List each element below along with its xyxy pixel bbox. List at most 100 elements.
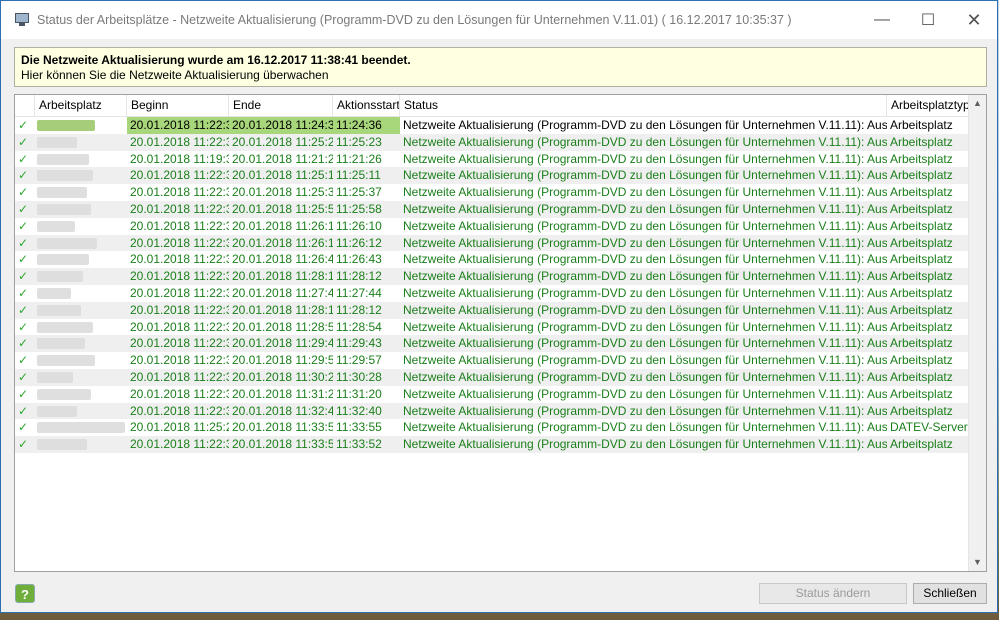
workstation-status-grid[interactable]: Arbeitsplatz Beginn Ende Aktionsstart St… [14, 94, 987, 572]
cell-status: Netzweite Aktualisierung (Programm-DVD z… [403, 420, 887, 435]
table-row[interactable]: ✓ 20.01.2018 11:22:31 20.01.2018 11:25:11 1… [15, 167, 970, 185]
cell-aktionsstart: 11:29:57 [336, 353, 382, 368]
cell-arbeitsplatz-redacted [35, 335, 127, 352]
cell-status: Netzweite Aktualisierung (Programm-DVD z… [403, 168, 887, 183]
help-button[interactable]: ? [15, 584, 35, 603]
table-row[interactable]: ✓ 20.01.2018 11:22:31 20.01.2018 11:25:58 1… [15, 200, 970, 218]
cell-status: Netzweite Aktualisierung (Programm-DVD z… [403, 302, 887, 317]
cell-ende: 20.01.2018 11:29:43 [232, 336, 333, 351]
table-row[interactable]: ✓ 20.01.2018 11:22:31 20.01.2018 11:28:12 1… [15, 301, 970, 319]
cell-aktionsstart: 11:25:37 [336, 185, 382, 200]
cell-beginn: 20.01.2018 11:22:31 [130, 201, 229, 216]
cell-arbeitsplatz-redacted [35, 117, 127, 134]
cell-status: Netzweite Aktualisierung (Programm-DVD z… [403, 285, 887, 300]
cell-arbeitsplatztyp: Arbeitsplatz [890, 185, 953, 200]
grid-rows: ✓ 20.01.2018 11:22:31 20.01.2018 11:24:36 1… [15, 117, 970, 453]
checkmark-icon: ✓ [18, 369, 29, 384]
scroll-up-icon[interactable]: ▲ [969, 95, 986, 112]
column-header-beginn[interactable]: Beginn [127, 95, 229, 116]
checkmark-icon: ✓ [18, 168, 29, 183]
table-row[interactable]: ✓ 20.01.2018 11:22:31 20.01.2018 11:33:52 1… [15, 436, 970, 453]
table-row[interactable]: ✓ 20.01.2018 11:22:31 20.01.2018 11:24:36 1… [15, 117, 970, 134]
title-bar[interactable]: Status der Arbeitsplätze - Netzweite Akt… [1, 1, 997, 39]
cell-status: Netzweite Aktualisierung (Programm-DVD z… [403, 369, 887, 384]
dialog-window: Status der Arbeitsplätze - Netzweite Akt… [0, 0, 998, 613]
redacted-name-blur [37, 355, 95, 367]
cell-ende: 20.01.2018 11:24:36 [229, 117, 333, 134]
table-row[interactable]: ✓ 20.01.2018 11:22:31 20.01.2018 11:31:20 1… [15, 386, 970, 403]
cell-aktionsstart: 11:28:12 [336, 269, 382, 284]
cell-beginn: 20.01.2018 11:22:31 [130, 218, 229, 233]
cell-beginn: 20.01.2018 11:22:31 [130, 185, 229, 200]
redacted-name-blur [37, 237, 97, 249]
column-header-icon[interactable] [15, 95, 35, 116]
minimize-button[interactable]: — [859, 1, 905, 39]
maximize-button[interactable]: ☐ [905, 1, 951, 39]
table-row[interactable]: ✓ 20.01.2018 11:22:31 20.01.2018 11:30:28 1… [15, 368, 970, 386]
table-row[interactable]: ✓ 20.01.2018 11:25:20 20.01.2018 11:33:55 1… [15, 419, 970, 436]
cell-status: Netzweite Aktualisierung (Programm-DVD z… [403, 269, 887, 284]
redacted-name-blur [37, 321, 93, 333]
checkmark-icon: ✓ [18, 151, 29, 166]
cell-status: Netzweite Aktualisierung (Programm-DVD z… [403, 151, 887, 166]
redacted-name-blur [37, 170, 93, 182]
status-change-button[interactable]: Status ändern [759, 583, 907, 604]
cell-aktionsstart: 11:26:43 [336, 252, 382, 267]
cell-ende: 20.01.2018 11:31:20 [232, 386, 333, 401]
checkmark-icon: ✓ [18, 437, 29, 452]
cell-arbeitsplatz-redacted [35, 151, 127, 168]
cell-beginn: 20.01.2018 11:19:30 [130, 151, 229, 166]
window-title: Status der Arbeitsplätze - Netzweite Akt… [37, 13, 792, 27]
table-row[interactable]: ✓ 20.01.2018 11:22:31 20.01.2018 11:26:43 1… [15, 251, 970, 268]
table-row[interactable]: ✓ 20.01.2018 11:22:31 20.01.2018 11:32:40 1… [15, 402, 970, 420]
table-row[interactable]: ✓ 20.01.2018 11:22:31 20.01.2018 11:26:12 1… [15, 234, 970, 252]
cell-aktionsstart: 11:25:23 [336, 134, 382, 149]
table-row[interactable]: ✓ 20.01.2018 11:22:31 20.01.2018 11:29:43 1… [15, 335, 970, 353]
cell-arbeitsplatztyp: Arbeitsplatz [890, 386, 953, 401]
checkmark-icon: ✓ [18, 201, 29, 216]
redacted-name-blur [37, 136, 77, 148]
table-row[interactable]: ✓ 20.01.2018 11:22:31 20.01.2018 11:25:37 1… [15, 184, 970, 201]
scroll-down-icon[interactable]: ▼ [969, 554, 986, 571]
redacted-name-blur [37, 203, 91, 215]
cell-aktionsstart: 11:33:55 [336, 420, 382, 435]
column-header-status[interactable]: Status [400, 95, 887, 116]
close-window-button[interactable]: ✕ [951, 1, 997, 39]
cell-arbeitsplatz-redacted [35, 134, 127, 151]
redacted-name-blur [37, 338, 85, 350]
cell-arbeitsplatz-redacted [35, 319, 127, 336]
cell-ende: 20.01.2018 11:28:54 [232, 319, 333, 334]
cell-beginn: 20.01.2018 11:22:31 [130, 235, 229, 250]
table-row[interactable]: ✓ 20.01.2018 11:22:31 20.01.2018 11:25:23 1… [15, 133, 970, 151]
table-row[interactable]: ✓ 20.01.2018 11:22:31 20.01.2018 11:28:54 1… [15, 319, 970, 336]
checkmark-icon: ✓ [18, 269, 29, 284]
checkmark-icon: ✓ [18, 353, 29, 368]
cell-arbeitsplatztyp: Arbeitsplatz [890, 336, 953, 351]
cell-ende: 20.01.2018 11:21:26 [232, 151, 333, 166]
table-row[interactable]: ✓ 20.01.2018 11:22:31 20.01.2018 11:26:10 1… [15, 218, 970, 235]
cell-beginn: 20.01.2018 11:22:31 [130, 168, 229, 183]
info-banner: Die Netzweite Aktualisierung wurde am 16… [14, 47, 987, 87]
cell-arbeitsplatz-redacted [35, 218, 127, 235]
close-button[interactable]: Schließen [913, 583, 987, 604]
table-row[interactable]: ✓ 20.01.2018 11:22:31 20.01.2018 11:29:57 1… [15, 352, 970, 369]
cell-aktionsstart: 11:24:36 [333, 117, 400, 134]
column-header-aktionsstart[interactable]: Aktionsstart [333, 95, 400, 116]
vertical-scrollbar[interactable]: ▲ ▼ [968, 95, 986, 571]
redacted-name-blur [37, 287, 71, 299]
checkmark-icon: ✓ [18, 302, 29, 317]
redacted-name-blur [37, 371, 73, 383]
checkmark-icon: ✓ [18, 134, 29, 149]
cell-arbeitsplatz-redacted [35, 251, 127, 268]
cell-aktionsstart: 11:25:11 [336, 168, 381, 183]
cell-arbeitsplatztyp: Arbeitsplatz [890, 437, 953, 452]
column-header-arbeitsplatz[interactable]: Arbeitsplatz [35, 95, 127, 116]
column-header-arbeitsplatztyp[interactable]: Arbeitsplatztyp [887, 95, 970, 116]
cell-arbeitsplatztyp: Arbeitsplatz [890, 218, 953, 233]
table-row[interactable]: ✓ 20.01.2018 11:22:31 20.01.2018 11:27:44 1… [15, 285, 970, 302]
cell-arbeitsplatztyp: DATEV-Server m [890, 420, 970, 435]
cell-ende: 20.01.2018 11:30:28 [232, 369, 333, 384]
column-header-ende[interactable]: Ende [229, 95, 333, 116]
table-row[interactable]: ✓ 20.01.2018 11:22:31 20.01.2018 11:28:12 1… [15, 268, 970, 285]
table-row[interactable]: ✓ 20.01.2018 11:19:30 20.01.2018 11:21:26 1… [15, 151, 970, 168]
